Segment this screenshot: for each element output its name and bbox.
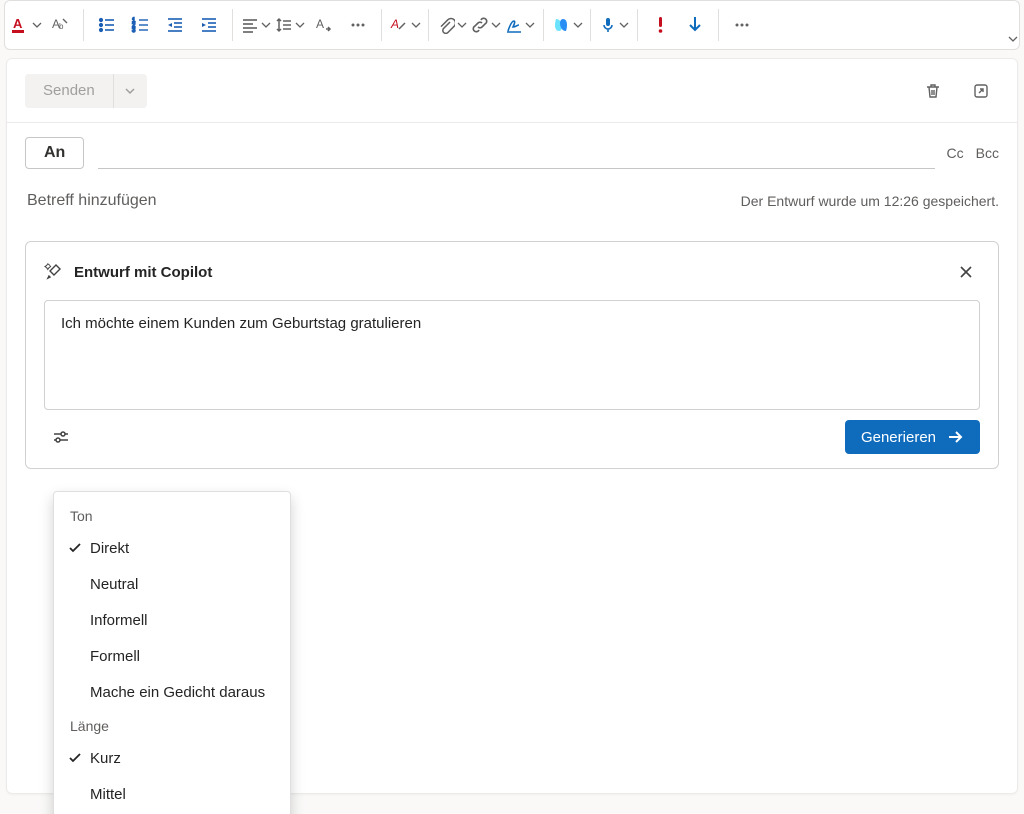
length-option[interactable]: Mittel <box>54 776 290 812</box>
check-icon <box>68 541 90 555</box>
copilot-prompt-text: Ich möchte einem Kunden zum Geburtstag g… <box>61 315 421 332</box>
send-button[interactable]: Senden <box>25 74 113 108</box>
toolbar-separator <box>718 9 719 41</box>
tone-option[interactable]: Neutral <box>54 566 290 602</box>
tone-option-label: Informell <box>90 612 276 629</box>
low-importance-button[interactable] <box>679 9 711 41</box>
copilot-adjust-menu: Ton Direkt Neutral Informell Formell Mache e… <box>53 491 291 814</box>
length-option-label: Mittel <box>90 786 276 803</box>
clear-formatting-button[interactable]: A b <box>44 9 76 41</box>
to-input[interactable] <box>98 137 934 169</box>
discard-icon[interactable] <box>915 73 951 109</box>
send-options-dropdown[interactable] <box>113 74 147 108</box>
tone-option[interactable]: Informell <box>54 602 290 638</box>
toolbar-separator <box>381 9 382 41</box>
copilot-panel-title: Entwurf mit Copilot <box>74 264 952 281</box>
check-icon <box>68 751 90 765</box>
line-spacing-dropdown[interactable] <box>274 9 306 41</box>
draft-save-status: Der Entwurf wurde um 12:26 gespeichert. <box>741 193 999 209</box>
toolbar-separator <box>232 9 233 41</box>
subject-row: Der Entwurf wurde um 12:26 gespeichert. <box>7 169 1017 227</box>
svg-text:A: A <box>316 17 324 31</box>
svg-text:A: A <box>13 16 23 31</box>
generate-button[interactable]: Generieren <box>845 420 980 454</box>
text-effects-button[interactable]: A <box>308 9 340 41</box>
close-copilot-icon[interactable] <box>952 258 980 286</box>
toolbar-separator <box>83 9 84 41</box>
more-commands-button[interactable] <box>726 9 758 41</box>
styles-dropdown[interactable]: A <box>389 9 421 41</box>
tone-option-label: Direkt <box>90 540 276 557</box>
subject-input[interactable] <box>25 191 741 211</box>
tone-option-label: Mache ein Gedicht daraus <box>90 684 276 701</box>
align-dropdown[interactable] <box>240 9 272 41</box>
tone-option[interactable]: Direkt <box>54 530 290 566</box>
recipients-row: An Cc Bcc <box>7 123 1017 169</box>
copilot-spark-icon <box>44 261 64 284</box>
generate-button-label: Generieren <box>861 429 936 446</box>
tone-section-label: Ton <box>54 500 290 530</box>
length-option[interactable]: Kurz <box>54 740 290 776</box>
to-button[interactable]: An <box>25 137 84 169</box>
copilot-draft-panel: Entwurf mit Copilot Ich möchte einem Kun… <box>25 241 999 469</box>
toolbar-separator <box>543 9 544 41</box>
attach-dropdown[interactable] <box>436 9 468 41</box>
copilot-adjust-button[interactable] <box>44 420 78 454</box>
compose-header: Senden <box>7 59 1017 123</box>
copilot-button[interactable] <box>551 9 583 41</box>
link-dropdown[interactable] <box>470 9 502 41</box>
copilot-prompt-input[interactable]: Ich möchte einem Kunden zum Geburtstag g… <box>44 300 980 410</box>
formatting-toolbar: A A b 1 2 3 <box>4 0 1020 50</box>
svg-text:b: b <box>59 22 64 31</box>
toolbar-separator <box>428 9 429 41</box>
compose-window: Senden An Cc Bcc Der Entwurf wurde um 12… <box>6 58 1018 794</box>
signature-dropdown[interactable] <box>504 9 536 41</box>
bcc-toggle[interactable]: Bcc <box>976 145 999 161</box>
font-color-dropdown[interactable]: A <box>10 9 42 41</box>
bullet-list-button[interactable] <box>91 9 123 41</box>
tone-option-label: Neutral <box>90 576 276 593</box>
send-button-group: Senden <box>25 74 147 108</box>
decrease-indent-button[interactable] <box>159 9 191 41</box>
dictate-dropdown[interactable] <box>598 9 630 41</box>
svg-text:A: A <box>390 17 399 31</box>
toolbar-overflow-button[interactable] <box>342 9 374 41</box>
numbered-list-button[interactable]: 1 2 3 <box>125 9 157 41</box>
expand-ribbon-chevron[interactable] <box>1005 31 1021 47</box>
high-importance-button[interactable] <box>645 9 677 41</box>
popout-icon[interactable] <box>963 73 999 109</box>
increase-indent-button[interactable] <box>193 9 225 41</box>
tone-option-label: Formell <box>90 648 276 665</box>
length-option-label: Kurz <box>90 750 276 767</box>
cc-toggle[interactable]: Cc <box>947 145 964 161</box>
length-section-label: Länge <box>54 710 290 740</box>
toolbar-separator <box>637 9 638 41</box>
toolbar-separator <box>590 9 591 41</box>
tone-option[interactable]: Mache ein Gedicht daraus <box>54 674 290 710</box>
tone-option[interactable]: Formell <box>54 638 290 674</box>
svg-text:3: 3 <box>132 28 136 34</box>
